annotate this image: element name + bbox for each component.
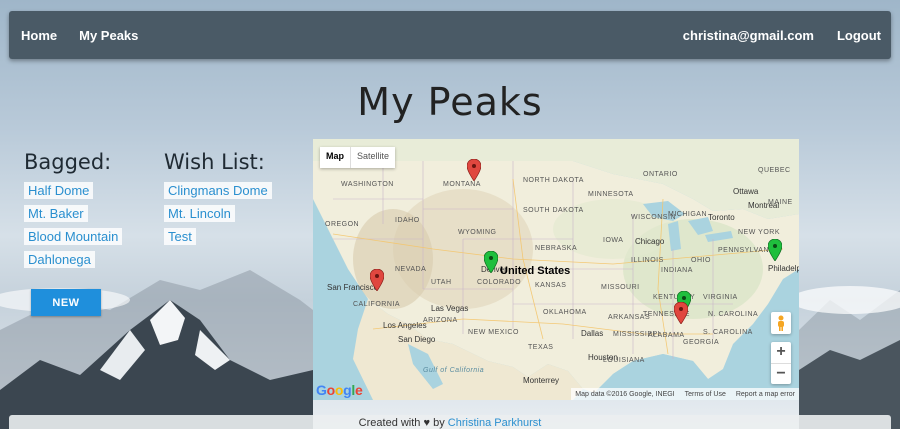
- bagged-peak-link[interactable]: Mt. Baker: [24, 205, 88, 222]
- nav-left: Home My Peaks: [21, 28, 138, 43]
- map-label: IDAHO: [395, 217, 420, 224]
- map-city-label: Monterrey: [523, 376, 560, 385]
- map-city-label: Ottawa: [733, 187, 759, 196]
- map-label: Gulf of California: [423, 367, 485, 374]
- footer: Created with ♥ by Christina Parkhurst: [9, 415, 891, 429]
- page-title: My Peaks: [357, 80, 543, 124]
- bagged-peak-pin[interactable]: [674, 302, 688, 324]
- map-type-satellite-button[interactable]: Satellite: [350, 147, 395, 168]
- bagged-peak-link[interactable]: Blood Mountain: [24, 228, 123, 245]
- map-label: MISSOURI: [601, 284, 640, 291]
- nav-right: christina@gmail.com Logout: [683, 28, 881, 43]
- wish-peak-link[interactable]: Clingmans Dome: [164, 182, 272, 199]
- map-city-label: Houston: [588, 353, 618, 362]
- bagged-peak-link[interactable]: Half Dome: [24, 182, 94, 199]
- map-type-map-button[interactable]: Map: [320, 147, 350, 168]
- footer-author-link[interactable]: Christina Parkhurst: [448, 417, 542, 429]
- zoom-control: + −: [771, 342, 791, 384]
- map-data-credit: Map data ©2016 Google, INEGI: [575, 390, 675, 398]
- map-label: INDIANA: [661, 267, 693, 274]
- map-label: NEVADA: [395, 266, 427, 273]
- map-attribution: Map data ©2016 Google, INEGI Terms of Us…: [571, 388, 799, 400]
- map-label: MINNESOTA: [588, 191, 634, 198]
- map-label: NEBRASKA: [535, 245, 578, 252]
- bagged-peak-link[interactable]: Dahlonega: [24, 251, 95, 268]
- terms-of-use-link[interactable]: Terms of Use: [685, 391, 726, 398]
- pegman-icon: [778, 315, 784, 331]
- map-city-label: San Diego: [398, 335, 436, 344]
- nav-logout-link[interactable]: Logout: [837, 28, 881, 43]
- map-label: WASHINGTON: [341, 181, 394, 188]
- nav-user-email-link[interactable]: christina@gmail.com: [683, 28, 814, 43]
- map-label: ALABAMA: [648, 332, 685, 339]
- map-label: ONTARIO: [643, 171, 678, 178]
- map-label: VIRGINIA: [703, 294, 738, 301]
- new-peak-button[interactable]: NEW: [31, 289, 101, 316]
- bagged-heading: Bagged:: [24, 150, 112, 174]
- map-label: COLORADO: [477, 279, 522, 286]
- map-label: N. CAROLINA: [708, 311, 759, 318]
- map-label: CALIFORNIA: [353, 301, 401, 308]
- map-label: OHIO: [691, 257, 711, 264]
- map-label: ARIZONA: [423, 317, 458, 324]
- map-label: WISCONSIN: [631, 214, 676, 221]
- map-city-label: Las Vegas: [431, 304, 469, 313]
- map-label: TEXAS: [528, 344, 554, 351]
- peaks-map[interactable]: Map Satellite WASHINGTON MONTANA NORTH D…: [313, 139, 799, 400]
- map-type-control: Map Satellite: [320, 147, 396, 168]
- map-city-label: Chicago: [635, 237, 665, 246]
- wish-peak-pin[interactable]: [768, 239, 782, 261]
- zoom-out-button[interactable]: −: [771, 362, 791, 385]
- map-label: OKLAHOMA: [543, 309, 587, 316]
- map-label: WYOMING: [458, 229, 497, 236]
- map-city-label: Philadelphia: [768, 264, 799, 273]
- map-label: NORTH DAKOTA: [523, 177, 584, 184]
- map-country-label: United States: [500, 265, 571, 277]
- bagged-list: Bagged: Half Dome Mt. Baker Blood Mounta…: [24, 150, 123, 274]
- map-label: OREGON: [325, 221, 360, 228]
- map-city-label: Dallas: [581, 329, 604, 338]
- footer-prefix: Created with: [358, 417, 421, 429]
- map-label: IOWA: [603, 237, 624, 244]
- heart-icon: ♥: [423, 417, 431, 429]
- wish-peak-link[interactable]: Mt. Lincoln: [164, 205, 235, 222]
- bagged-peak-pin[interactable]: [370, 269, 384, 291]
- map-city-label: Montreal: [748, 201, 780, 210]
- map-label: S. CAROLINA: [703, 329, 753, 336]
- google-logo: Google: [316, 382, 363, 398]
- map-label: SOUTH DAKOTA: [523, 207, 584, 214]
- map-label: QUEBEC: [758, 167, 791, 174]
- footer-by: by: [433, 417, 445, 429]
- map-label: KANSAS: [535, 282, 567, 289]
- navbar: Home My Peaks christina@gmail.com Logout: [9, 11, 891, 59]
- map-label: ILLINOIS: [631, 257, 664, 264]
- wish-list-heading: Wish List:: [164, 150, 265, 174]
- map-city-label: Toronto: [708, 213, 735, 222]
- nav-my-peaks-link[interactable]: My Peaks: [79, 28, 138, 43]
- map-label: NEW MEXICO: [468, 329, 519, 336]
- map-label: GEORGIA: [683, 339, 720, 346]
- wish-peak-pin[interactable]: [484, 251, 498, 273]
- wish-list: Wish List: Clingmans Dome Mt. Lincoln Te…: [164, 150, 272, 251]
- report-map-error-link[interactable]: Report a map error: [736, 391, 795, 398]
- bagged-peak-pin[interactable]: [467, 159, 481, 181]
- map-label: NEW YORK: [738, 229, 780, 236]
- map-label: UTAH: [431, 279, 452, 286]
- map-label: MONTANA: [443, 181, 481, 188]
- nav-home-link[interactable]: Home: [21, 28, 57, 43]
- wish-peak-link[interactable]: Test: [164, 228, 196, 245]
- zoom-in-button[interactable]: +: [771, 342, 791, 363]
- street-view-pegman-button[interactable]: [771, 312, 791, 334]
- map-city-label: Los Angeles: [383, 321, 427, 330]
